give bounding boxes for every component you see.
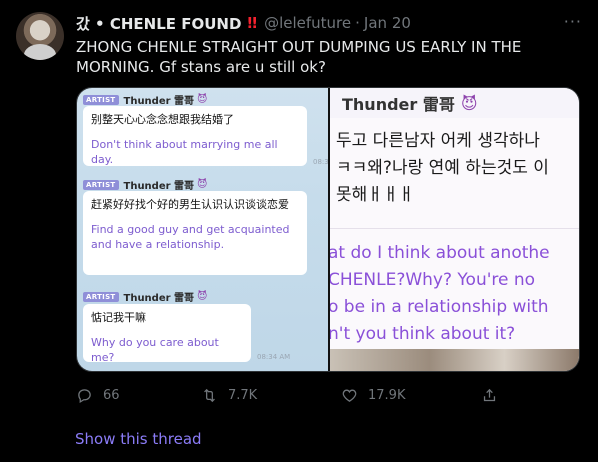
avatar[interactable]: [16, 12, 64, 60]
message-header: ARTIST Thunder 雷哥 😈: [83, 177, 207, 192]
tweet-text: ZHONG CHENLE STRAIGHT OUT DUMPING US EAR…: [76, 38, 522, 76]
author-name[interactable]: 갔 • CHENLE FOUND: [76, 13, 241, 34]
author-handle[interactable]: @lelefuture: [264, 14, 351, 32]
retweet-count: 7.7K: [228, 387, 258, 403]
message-english: Find a good guy and get acquainted and h…: [91, 223, 290, 251]
show-thread-link[interactable]: Show this thread: [75, 430, 202, 448]
devil-emoji-icon: 😈: [197, 179, 208, 190]
message-korean: 두고 다른남자 어케 생각하나 ㅋㅋ왜?나랑 연예 하는것도 이 못해ㅐㅐㅐ: [336, 128, 549, 209]
korean-line: 못해ㅐㅐㅐ: [336, 185, 415, 205]
reply-count: 66: [103, 387, 120, 403]
tweet-header: 갔 • CHENLE FOUND !! @lelefuture · Jan 20…: [76, 12, 582, 34]
retweet-icon: [204, 388, 215, 402]
double-exclamation-icon: !!: [246, 14, 258, 32]
english-line: at do I think about anothe: [330, 243, 550, 263]
share-icon: [483, 388, 496, 401]
artist-badge: ARTIST: [83, 94, 119, 105]
english-line: CHENLE?Why? You're no: [330, 270, 536, 290]
media-image-left[interactable]: ARTIST Thunder 雷哥 😈 别整天心心念念想跟我结婚了 Don't …: [77, 88, 328, 371]
chat-bubble-zoomed: 두고 다른남자 어케 생각하나 ㅋㅋ왜?나랑 연예 하는것도 이 못해ㅐㅐㅐ a…: [330, 118, 579, 358]
media-image-right[interactable]: Thunder 雷哥 😈 두고 다른남자 어케 생각하나 ㅋㅋ왜?나랑 연예 하…: [330, 88, 579, 371]
divider: [330, 228, 579, 229]
message-time: 08:3: [313, 158, 328, 166]
heart-icon: [342, 389, 357, 402]
message-english: Why do you care about me?: [91, 336, 219, 364]
english-line: o be in a relationship with: [330, 297, 549, 317]
sender-name: Thunder 雷哥: [123, 181, 195, 192]
chat-bubble: 别整天心心念念想跟我结婚了 Don't think about marrying…: [83, 106, 307, 166]
message-english: at do I think about anothe CHENLE?Why? Y…: [330, 240, 550, 348]
devil-emoji-icon: 😈: [197, 291, 208, 302]
sender-name: Thunder 雷哥: [123, 96, 195, 107]
sender-name: Thunder 雷哥: [123, 293, 195, 304]
like-button[interactable]: 17.9K: [341, 387, 405, 404]
artist-badge: ARTIST: [83, 179, 119, 190]
tweet-date[interactable]: Jan 20: [364, 14, 411, 32]
dot-separator: ·: [355, 14, 360, 32]
reply-button[interactable]: 66: [76, 387, 120, 404]
devil-emoji-icon: 😈: [460, 93, 478, 113]
tweet-media[interactable]: ARTIST Thunder 雷哥 😈 别整天心心念念想跟我结婚了 Don't …: [76, 87, 580, 372]
like-count: 17.9K: [368, 387, 406, 403]
retweet-button[interactable]: 7.7K: [201, 387, 257, 404]
chat-bubble: 惦记我干嘛 Why do you care about me?: [83, 304, 251, 364]
photo-strip: [330, 349, 579, 371]
message-time: 08:34 AM: [257, 353, 291, 361]
reply-icon: [78, 388, 91, 403]
message-chinese: 赶紧好好找个好的男生认识认识谈谈恋爱: [91, 198, 289, 211]
share-button[interactable]: [481, 387, 508, 404]
more-options-icon[interactable]: ···: [564, 12, 582, 31]
message-header: ARTIST Thunder 雷哥 😈: [83, 289, 207, 304]
message-chinese: 别整天心心念念想跟我结婚了: [91, 113, 234, 126]
korean-line: 두고 다른남자 어케 생각하나: [336, 131, 540, 151]
chat-bubble: 赶紧好好找个好的男生认识认识谈谈恋爱 Find a good guy and g…: [83, 191, 307, 275]
sender-name: Thunder 雷哥: [342, 95, 455, 114]
message-chinese: 惦记我干嘛: [91, 311, 146, 324]
english-line: n't you think about it?: [330, 324, 516, 344]
devil-emoji-icon: 😈: [197, 94, 208, 105]
message-english: Don't think about marrying me all day.: [91, 138, 278, 166]
message-header: ARTIST Thunder 雷哥 😈: [83, 92, 207, 107]
message-header: Thunder 雷哥 😈: [330, 88, 579, 118]
tweet-actions: 66 7.7K 17.9K: [76, 385, 546, 405]
artist-badge: ARTIST: [83, 291, 119, 302]
korean-line: ㅋㅋ왜?나랑 연예 하는것도 이: [336, 158, 549, 178]
